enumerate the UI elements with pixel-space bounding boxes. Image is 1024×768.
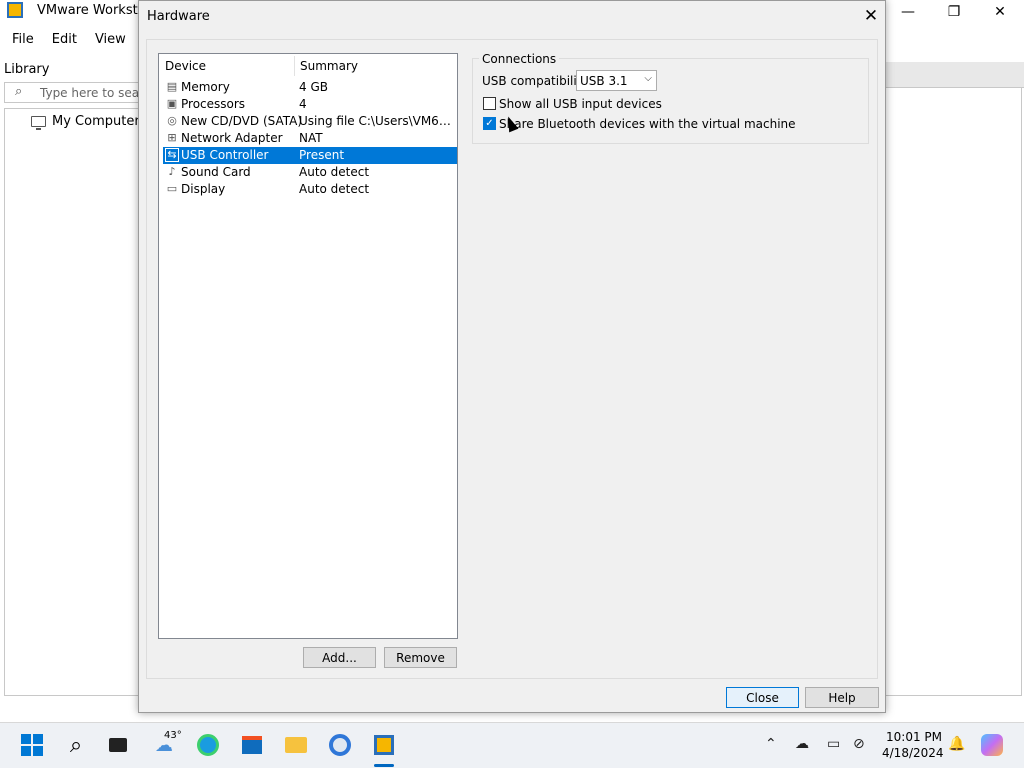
search-taskbar-icon[interactable]: ⌕	[62, 731, 90, 759]
copilot-icon[interactable]	[978, 731, 1006, 759]
device-name: USB Controller	[181, 148, 269, 162]
vmware-taskbar-icon[interactable]	[370, 731, 398, 759]
device-row-processors[interactable]: ▣ Processors 4	[163, 96, 457, 113]
share-bluetooth-checkbox[interactable]: ✓	[483, 117, 496, 130]
device-row-network-adapter[interactable]: ⊞ Network Adapter NAT	[163, 130, 457, 147]
notification-bell-icon[interactable]: 🔔	[948, 736, 965, 752]
usb-icon: ⇆	[165, 148, 179, 162]
device-name: Sound Card	[181, 165, 251, 179]
close-main-button[interactable]: ✕	[977, 0, 1023, 24]
show-usb-input-label[interactable]: Show all USB input devices	[499, 97, 662, 111]
start-button[interactable]	[18, 731, 46, 759]
tree-item-my-computer[interactable]: My Computer	[31, 114, 140, 130]
help-button[interactable]: Help	[805, 687, 879, 708]
file-explorer-icon[interactable]	[282, 731, 310, 759]
cd-dvd-icon: ◎	[167, 114, 177, 127]
device-name: Network Adapter	[181, 131, 283, 145]
windows-logo-icon	[21, 734, 43, 756]
device-summary: 4 GB	[299, 80, 328, 94]
cloud-offline-icon[interactable]: ☁	[795, 736, 809, 752]
speaker-icon: ♪	[168, 165, 176, 178]
device-list[interactable]: Device Summary ▤ Memory 4 GB ▣ Processor…	[158, 53, 458, 639]
processor-icon: ▣	[166, 97, 178, 110]
connections-label: Connections	[479, 52, 560, 66]
library-search-input[interactable]: ⌕ Type here to search	[4, 82, 158, 103]
device-row-sound-card[interactable]: ♪ Sound Card Auto detect	[163, 164, 457, 181]
content-header	[886, 62, 1024, 88]
device-name: Memory	[181, 80, 230, 94]
device-summary: Using file C:\Users\VM6.COL...	[299, 114, 451, 128]
weather-temp: 43°	[164, 730, 182, 741]
content-pane	[886, 88, 1022, 696]
share-bluetooth-label[interactable]: Share Bluetooth devices with the virtual…	[499, 117, 796, 131]
hardware-panel: Device Summary ▤ Memory 4 GB ▣ Processor…	[146, 39, 878, 679]
taskbar: ⌕ ☁ 43° ⌃ ☁ ▭ ⊘ 10:01 PM 4/18/2024 🔔	[0, 722, 1024, 768]
device-row-usb-controller[interactable]: ⇆ USB Controller Present	[163, 147, 457, 164]
usb-compatibility-select[interactable]: USB 3.1 ⌵	[576, 70, 657, 91]
column-separator[interactable]	[294, 56, 295, 76]
restore-button[interactable]: ❐	[931, 0, 977, 24]
minimize-button[interactable]: —	[885, 0, 931, 24]
device-row-memory[interactable]: ▤ Memory 4 GB	[163, 79, 457, 96]
clock-date: 4/18/2024	[882, 746, 944, 760]
device-summary: Present	[299, 148, 345, 162]
menu-edit[interactable]: Edit	[40, 28, 83, 52]
close-button[interactable]: Close	[726, 687, 799, 708]
chrome-icon[interactable]	[326, 731, 354, 759]
network-adapter-icon: ⊞	[167, 131, 177, 144]
hardware-dialog: Hardware ✕ Device Summary ▤ Memory 4 GB …	[138, 0, 886, 713]
store-icon[interactable]	[238, 731, 266, 759]
chevron-down-icon: ⌵	[644, 73, 652, 84]
dialog-title: Hardware	[147, 9, 210, 24]
display-tray-icon[interactable]: ▭	[827, 736, 840, 752]
menu-view[interactable]: View	[83, 28, 132, 52]
network-icon[interactable]: ⊘	[853, 736, 865, 752]
usb-compatibility-value: USB 3.1	[580, 74, 628, 88]
chevron-up-icon[interactable]: ⌃	[765, 736, 777, 752]
edge-icon[interactable]	[194, 731, 222, 759]
active-app-indicator	[374, 764, 394, 767]
tree-item-label: My Computer	[52, 114, 140, 129]
device-summary: Auto detect	[299, 182, 370, 196]
clock[interactable]: 10:01 PM 4/18/2024	[882, 729, 944, 761]
computer-icon	[31, 116, 46, 130]
device-summary: NAT	[299, 131, 323, 145]
memory-icon: ▤	[166, 80, 178, 93]
menu-file[interactable]: File	[0, 28, 40, 52]
column-device[interactable]: Device	[165, 56, 206, 78]
search-icon: ⌕	[15, 84, 23, 99]
device-name: New CD/DVD (SATA)	[181, 114, 303, 128]
device-row-display[interactable]: ▭ Display Auto detect	[163, 181, 457, 198]
vmware-logo-icon	[7, 2, 23, 18]
device-name: Display	[181, 182, 226, 196]
show-usb-input-checkbox[interactable]	[483, 97, 496, 110]
device-summary: 4	[299, 97, 307, 111]
column-summary[interactable]: Summary	[300, 56, 358, 78]
task-view-icon[interactable]	[104, 731, 132, 759]
clock-time: 10:01 PM	[886, 730, 942, 744]
add-button[interactable]: Add...	[303, 647, 376, 668]
device-summary: Auto detect	[299, 165, 370, 179]
library-title: Library	[4, 62, 50, 77]
dialog-close-icon[interactable]: ✕	[859, 5, 883, 27]
library-tree: My Computer	[4, 108, 144, 696]
device-row-cd-dvd[interactable]: ◎ New CD/DVD (SATA) Using file C:\Users\…	[163, 113, 457, 130]
device-name: Processors	[181, 97, 246, 111]
display-icon: ▭	[166, 182, 178, 195]
remove-button[interactable]: Remove	[384, 647, 457, 668]
